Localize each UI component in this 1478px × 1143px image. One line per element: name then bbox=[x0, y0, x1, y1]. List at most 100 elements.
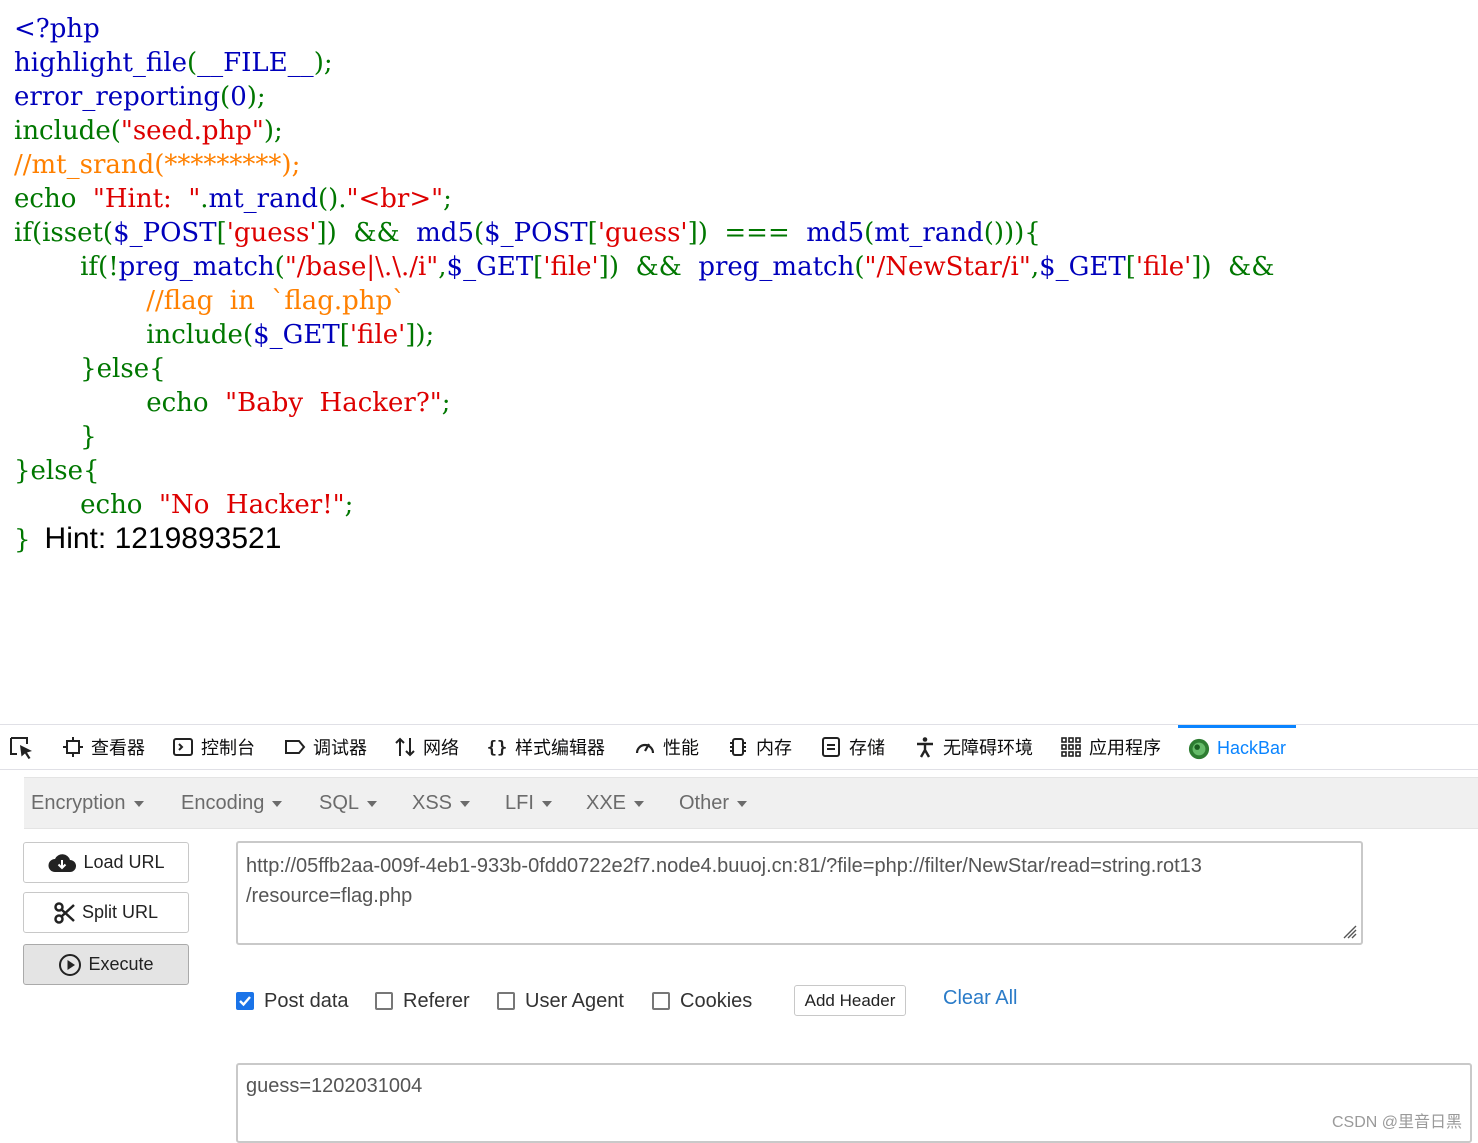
menu-encoding[interactable]: Encoding bbox=[181, 778, 283, 828]
post-data-textarea[interactable]: guess=1202031004 bbox=[236, 1063, 1472, 1143]
tab-accessibility[interactable]: 无障碍环境 bbox=[914, 725, 1033, 769]
execute-label: Execute bbox=[88, 954, 154, 974]
split-url-button[interactable]: Split URL bbox=[23, 892, 189, 933]
clear-all-link[interactable]: Clear All bbox=[943, 987, 1017, 1010]
code-token: 'file' bbox=[349, 320, 406, 350]
code-token: , bbox=[1030, 252, 1040, 282]
tab-memory[interactable]: 内存 bbox=[727, 725, 792, 769]
tab-application[interactable]: 应用程序 bbox=[1060, 725, 1161, 769]
checkbox[interactable] bbox=[375, 992, 393, 1010]
debugger-icon bbox=[284, 736, 306, 758]
menu-label: XSS bbox=[412, 791, 453, 814]
code-token: "Hint: " bbox=[92, 184, 201, 214]
code-token: mt_rand bbox=[208, 184, 318, 214]
cloud-download-icon bbox=[48, 853, 77, 872]
watermark: CSDN @里音日黑 bbox=[1331, 1114, 1462, 1131]
code-line: }else{ bbox=[14, 454, 1478, 488]
option-referer[interactable]: Referer bbox=[375, 987, 470, 1015]
code-token: __FILE__ bbox=[197, 48, 314, 78]
code-token: ); bbox=[263, 116, 283, 146]
code-token: ]); bbox=[405, 320, 435, 350]
code-token: (). bbox=[317, 184, 347, 214]
caret-down-icon bbox=[737, 801, 748, 807]
menu-label: LFI bbox=[505, 791, 534, 814]
console-icon bbox=[172, 736, 194, 758]
load-url-label: Load URL bbox=[83, 852, 165, 872]
checkbox[interactable] bbox=[652, 992, 670, 1010]
code-token: ; bbox=[443, 184, 452, 214]
tab-network[interactable]: 网络 bbox=[394, 725, 459, 769]
code-token: ( bbox=[854, 252, 865, 282]
svg-text:{}: {} bbox=[487, 738, 507, 758]
menu-lfi[interactable]: LFI bbox=[505, 778, 552, 828]
code-token: ]) === bbox=[687, 218, 807, 248]
code-token: error_reporting bbox=[14, 82, 221, 112]
code-token: [ bbox=[339, 320, 350, 350]
url-textarea[interactable]: http://05ffb2aa-009f-4eb1-933b-0fdd0722e… bbox=[236, 841, 1363, 945]
menu-encryption[interactable]: Encryption bbox=[31, 778, 144, 828]
code-token: include( bbox=[14, 320, 254, 350]
tab-storage[interactable]: 存储 bbox=[820, 725, 885, 769]
caret-down-icon bbox=[634, 801, 645, 807]
code-line: } Hint: 1219893521 bbox=[14, 522, 1478, 562]
checkbox[interactable] bbox=[497, 992, 515, 1010]
code-token: [ bbox=[216, 218, 227, 248]
accessibility-icon bbox=[914, 736, 936, 758]
tab-hackbar[interactable]: HackBar bbox=[1178, 725, 1297, 769]
resize-grip-icon[interactable] bbox=[1341, 923, 1357, 939]
checkbox[interactable] bbox=[236, 992, 254, 1010]
tab-style-editor[interactable]: {} 样式编辑器 bbox=[486, 725, 605, 769]
tab-performance[interactable]: 性能 bbox=[634, 725, 699, 769]
code-token: 'file' bbox=[543, 252, 599, 282]
menu-sql[interactable]: SQL bbox=[319, 778, 378, 828]
code-token: ; bbox=[344, 490, 354, 520]
code-token: md5 bbox=[416, 218, 474, 248]
code-token: md5 bbox=[806, 218, 865, 248]
code-line: echo "No Hacker!"; bbox=[14, 488, 1478, 522]
tab-label: 应用程序 bbox=[1089, 738, 1161, 758]
option-label: User Agent bbox=[525, 989, 624, 1012]
post-data-value: guess=1202031004 bbox=[246, 1075, 423, 1097]
code-token: 'guess' bbox=[597, 218, 688, 248]
code-token: ( bbox=[473, 218, 485, 248]
code-token: mt_rand bbox=[874, 218, 984, 248]
menu-xss[interactable]: XSS bbox=[412, 778, 471, 828]
code-token: [ bbox=[533, 252, 544, 282]
code-token: "No Hacker!" bbox=[159, 490, 345, 520]
menu-other[interactable]: Other bbox=[679, 778, 748, 828]
code-token: <?php bbox=[14, 14, 100, 44]
tab-console[interactable]: 控制台 bbox=[172, 725, 255, 769]
option-post-data[interactable]: Post data bbox=[236, 987, 349, 1015]
tab-inspector[interactable]: 查看器 bbox=[62, 725, 145, 769]
hackbar-menu-bar: Encryption Encoding SQL XSS LFI XXE Other bbox=[24, 777, 1478, 829]
caret-down-icon bbox=[272, 801, 283, 807]
menu-xxe[interactable]: XXE bbox=[586, 778, 645, 828]
element-picker-icon[interactable] bbox=[8, 735, 36, 761]
code-token: $_GET bbox=[1039, 252, 1126, 282]
execute-button[interactable]: Execute bbox=[23, 944, 189, 985]
menu-label: Encryption bbox=[31, 791, 126, 814]
caret-down-icon bbox=[541, 801, 552, 807]
menu-label: XXE bbox=[586, 791, 627, 814]
code-token: ]) && bbox=[1191, 252, 1275, 282]
option-user-agent[interactable]: User Agent bbox=[497, 987, 624, 1015]
option-cookies[interactable]: Cookies bbox=[652, 987, 752, 1015]
code-line: if(isset($_POST['guess']) && md5($_POST[… bbox=[14, 216, 1478, 250]
code-token: ]) && bbox=[598, 252, 699, 282]
code-token: "<br>" bbox=[346, 184, 444, 214]
application-icon bbox=[1060, 736, 1082, 758]
code-token: ( bbox=[274, 252, 285, 282]
menu-label: Other bbox=[679, 791, 730, 814]
code-token: [ bbox=[1125, 252, 1136, 282]
code-line: include("seed.php"); bbox=[14, 114, 1478, 148]
code-line: highlight_file(__FILE__); bbox=[14, 46, 1478, 80]
code-token: ( bbox=[220, 82, 231, 112]
code-line: <?php bbox=[14, 12, 1478, 46]
load-url-button[interactable]: Load URL bbox=[23, 842, 189, 883]
tab-label: 内存 bbox=[756, 738, 792, 758]
network-icon bbox=[394, 736, 416, 758]
play-circle-icon bbox=[59, 953, 82, 976]
tab-debugger[interactable]: 调试器 bbox=[284, 725, 367, 769]
menu-label: Encoding bbox=[181, 791, 265, 814]
add-header-button[interactable]: Add Header bbox=[794, 985, 906, 1016]
